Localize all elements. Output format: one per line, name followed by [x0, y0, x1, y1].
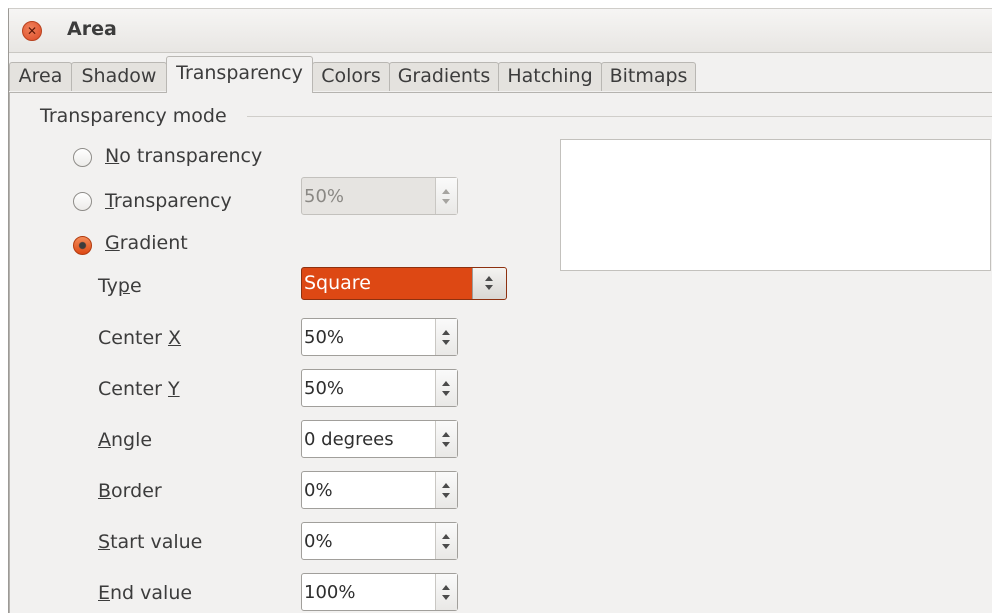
label-text: nd value [110, 582, 193, 604]
mnemonic: Y [168, 378, 180, 400]
arrow-up-icon [442, 585, 450, 590]
spin-buttons [435, 178, 457, 214]
center-y-label: Center Y [98, 378, 180, 400]
arrow-down-icon [442, 595, 450, 600]
no-transparency-radio[interactable] [73, 148, 92, 167]
arrow-up-icon [442, 381, 450, 386]
arrow-down-icon [442, 493, 450, 498]
transparency-radio[interactable] [73, 192, 92, 211]
spin-buttons[interactable] [435, 421, 457, 457]
label-text: Ty [98, 275, 118, 297]
end-value-value: 100% [304, 582, 356, 603]
mnemonic: p [117, 275, 130, 297]
mnemonic: B [98, 480, 112, 502]
transparency-value: 50% [304, 186, 345, 207]
label-text: order [111, 480, 162, 502]
transparency-label[interactable]: Transparency [105, 190, 232, 212]
arrow-up-icon [442, 534, 450, 539]
spin-buttons[interactable] [435, 574, 457, 610]
mnemonic: A [98, 429, 111, 451]
no-transparency-label[interactable]: No transparency [105, 145, 262, 167]
tab-shadow[interactable]: Shadow [71, 62, 167, 91]
label-text: ransparency [113, 190, 232, 212]
mnemonic: N [105, 145, 120, 167]
arrow-up-icon [442, 330, 450, 335]
mnemonic: S [98, 531, 111, 553]
border-label: Border [98, 480, 162, 502]
window-title: Area [67, 18, 117, 40]
arrow-down-icon [442, 340, 450, 345]
angle-label: Angle [98, 429, 152, 451]
arrow-up-icon [442, 189, 450, 194]
label-text: Center [98, 378, 168, 400]
transparency-preview [560, 139, 991, 271]
spin-buttons[interactable] [435, 523, 457, 559]
label-text: radient [119, 232, 188, 254]
mnemonic: T [105, 190, 114, 212]
arrow-down-icon [485, 285, 493, 290]
start-value-label: Start value [98, 531, 202, 553]
center-y-value: 50% [304, 378, 345, 399]
arrow-down-icon [442, 442, 450, 447]
close-button[interactable]: ✕ [22, 21, 42, 41]
type-value: Square [304, 272, 371, 294]
section-divider [247, 116, 992, 117]
section-label-transparency-mode: Transparency mode [40, 105, 227, 127]
tab-bitmaps[interactable]: Bitmaps [601, 62, 696, 91]
close-icon: ✕ [26, 24, 38, 38]
arrow-down-icon [442, 544, 450, 549]
label-text: ngle [111, 429, 153, 451]
start-value-value: 0% [304, 531, 333, 552]
type-label: Type [98, 275, 142, 297]
end-value-label: End value [98, 582, 192, 604]
spin-buttons[interactable] [435, 370, 457, 406]
spin-buttons[interactable] [435, 472, 457, 508]
tab-area[interactable]: Area [9, 62, 72, 91]
center-x-label: Center X [98, 327, 181, 349]
center-x-value: 50% [304, 327, 345, 348]
label-text: tart value [110, 531, 203, 553]
border-value: 0% [304, 480, 333, 501]
tab-bar: Area Shadow Transparency Colors Gradient… [9, 53, 992, 93]
arrow-up-icon [442, 483, 450, 488]
gradient-label[interactable]: Gradient [105, 232, 188, 254]
mnemonic: G [105, 232, 120, 254]
label-text: Center [98, 327, 168, 349]
end-value-spinbox[interactable]: 100% [301, 573, 458, 611]
border-spinbox[interactable]: 0% [301, 471, 458, 509]
label-text: e [129, 275, 142, 297]
title-bar: ✕ Area [9, 9, 992, 53]
tab-hatching[interactable]: Hatching [498, 62, 602, 91]
tab-colors[interactable]: Colors [312, 62, 390, 91]
spin-buttons[interactable] [435, 319, 457, 355]
transparency-spinbox: 50% [301, 177, 458, 215]
angle-value: 0 degrees [304, 429, 394, 450]
mnemonic: X [168, 327, 182, 349]
arrow-up-icon [485, 276, 493, 281]
center-x-spinbox[interactable]: 50% [301, 318, 458, 356]
center-y-spinbox[interactable]: 50% [301, 369, 458, 407]
start-value-spinbox[interactable]: 0% [301, 522, 458, 560]
tab-gradients[interactable]: Gradients [389, 62, 499, 91]
mnemonic: E [98, 582, 111, 604]
arrow-down-icon [442, 391, 450, 396]
label-text: o transparency [119, 145, 263, 167]
tab-transparency[interactable]: Transparency [166, 56, 313, 93]
arrow-down-icon [442, 199, 450, 204]
gradient-radio[interactable] [73, 236, 92, 255]
angle-spinbox[interactable]: 0 degrees [301, 420, 458, 458]
dropdown-button[interactable] [472, 268, 506, 299]
arrow-up-icon [442, 432, 450, 437]
type-dropdown[interactable]: Square [301, 267, 507, 300]
area-dialog: ✕ Area Area Shadow Transparency Colors G… [8, 8, 992, 613]
